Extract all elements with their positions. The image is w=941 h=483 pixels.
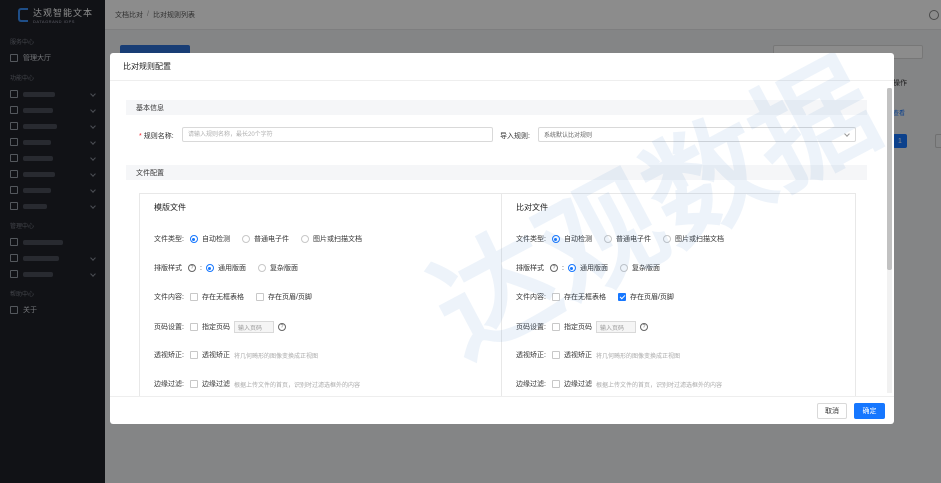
compare-perspective-row: 透视矫正: 透视矫正 将几何畸形的图像变换成正视图 — [516, 350, 680, 360]
radio-scanned[interactable] — [300, 235, 309, 243]
template-layout-row: 排版样式 ?: 通用版面 复杂版面 — [154, 264, 298, 272]
option-label: 自动检测 — [563, 236, 592, 243]
rule-name-input[interactable] — [182, 127, 493, 142]
layout-label: 排版样式 — [154, 265, 182, 272]
template-edge-row: 边缘过滤: 边缘过滤 根据上传文件的首页，识别时过滤选框外的内容 — [154, 379, 360, 389]
perspective-hint: 将几何畸形的图像变换成正视图 — [233, 353, 318, 360]
compare-file-card: 比对文件 文件类型: 自动检测 普通电子件 图片或扫描文档 排版样式 ?: 通用… — [501, 193, 856, 396]
edge-hint: 根据上传文件的首页，识别时过滤选框外的内容 — [233, 382, 360, 389]
option-label: 边缘过滤 — [563, 381, 592, 388]
help-icon[interactable]: ? — [188, 264, 196, 272]
radio-scanned[interactable] — [662, 235, 671, 243]
content-label: 文件内容: — [516, 294, 546, 301]
radio-complex-layout[interactable] — [619, 264, 628, 272]
file-type-label: 文件类型: — [154, 236, 184, 243]
perspective-label: 透视矫正: — [154, 352, 184, 359]
compare-layout-row: 排版样式 ?: 通用版面 复杂版面 — [516, 264, 660, 272]
template-content-row: 文件内容: 存在无框表格 存在页眉/页脚 — [154, 292, 320, 302]
option-label: 图片或扫描文档 — [674, 236, 724, 243]
help-icon[interactable]: ? — [639, 323, 648, 331]
page-number-input[interactable]: 输入页码 — [233, 321, 274, 333]
option-label: 指定页码 — [201, 324, 230, 331]
option-label: 透视矫正 — [201, 352, 230, 359]
checkbox-edge-filter[interactable] — [551, 380, 560, 388]
edge-label: 边缘过滤: — [516, 381, 546, 388]
option-label: 复杂版面 — [269, 265, 298, 272]
radio-auto-detect[interactable] — [551, 235, 560, 243]
option-label: 图片或扫描文档 — [312, 236, 362, 243]
page-label: 页码设置: — [516, 324, 546, 331]
radio-electronic[interactable] — [241, 235, 250, 243]
section-basic-info: 基本信息 — [126, 100, 867, 115]
template-file-type-row: 文件类型: 自动检测 普通电子件 图片或扫描文档 — [154, 234, 370, 244]
option-label: 透视矫正 — [563, 352, 592, 359]
modal-scrollbar[interactable] — [887, 88, 892, 393]
compare-file-title: 比对文件 — [516, 203, 548, 212]
chevron-down-icon — [844, 131, 850, 137]
template-file-card: 模版文件 文件类型: 自动检测 普通电子件 图片或扫描文档 排版样式 ?: 通用… — [139, 193, 502, 396]
checkbox-specify-page[interactable] — [189, 323, 198, 331]
rule-name-label: * 规则名称: — [139, 131, 174, 141]
layout-label: 排版样式 — [516, 265, 544, 272]
modal-title: 比对规则配置 — [123, 62, 171, 71]
file-type-label: 文件类型: — [516, 236, 546, 243]
help-icon[interactable]: ? — [277, 323, 286, 331]
option-label: 自动检测 — [201, 236, 230, 243]
checkbox-perspective[interactable] — [551, 351, 560, 359]
rule-name-label-text: 规则名称: — [143, 133, 174, 140]
option-label: 存在页眉/页脚 — [629, 294, 674, 301]
radio-complex-layout[interactable] — [257, 264, 266, 272]
option-label: 通用版面 — [217, 265, 246, 272]
template-page-row: 页码设置: 指定页码 输入页码 ? — [154, 321, 286, 333]
import-rule-label: 导入规则: — [500, 133, 530, 140]
import-rule-select[interactable]: 系统默认比对规则 — [538, 127, 856, 142]
checkbox-borderless-table[interactable] — [189, 293, 198, 301]
confirm-button[interactable]: 确定 — [854, 403, 885, 419]
template-file-title: 模版文件 — [154, 203, 186, 212]
perspective-label: 透视矫正: — [516, 352, 546, 359]
edge-hint: 根据上传文件的首页，识别时过滤选框外的内容 — [595, 382, 722, 389]
checkbox-borderless-table[interactable] — [551, 293, 560, 301]
modal-body: 基本信息 *规则名称: 导入规则: 系统默认比对规则 文件配置 模版文件 文件类… — [110, 81, 894, 396]
checkbox-header-footer[interactable] — [255, 293, 264, 301]
checkbox-edge-filter[interactable] — [189, 380, 198, 388]
scrollbar-thumb[interactable] — [887, 88, 892, 270]
radio-auto-detect[interactable] — [189, 235, 198, 243]
compare-file-type-row: 文件类型: 自动检测 普通电子件 图片或扫描文档 — [516, 234, 732, 244]
import-rule-value: 系统默认比对规则 — [544, 133, 593, 139]
option-label: 复杂版面 — [631, 265, 660, 272]
checkbox-perspective[interactable] — [189, 351, 198, 359]
modal-header: 比对规则配置 — [110, 53, 894, 81]
section-file-config: 文件配置 — [126, 165, 867, 180]
page-label: 页码设置: — [154, 324, 184, 331]
compare-edge-row: 边缘过滤: 边缘过滤 根据上传文件的首页，识别时过滤选框外的内容 — [516, 379, 722, 389]
compare-page-row: 页码设置: 指定页码 输入页码 ? — [516, 321, 648, 333]
checkbox-header-footer[interactable] — [617, 293, 626, 301]
cancel-button[interactable]: 取消 — [817, 403, 847, 419]
rule-config-modal: 比对规则配置 基本信息 *规则名称: 导入规则: 系统默认比对规则 文件配置 模… — [110, 53, 894, 424]
option-label: 存在无框表格 — [201, 294, 244, 301]
modal-footer: 取消 确定 — [110, 396, 894, 424]
edge-label: 边缘过滤: — [154, 381, 184, 388]
option-label: 边缘过滤 — [201, 381, 230, 388]
radio-general-layout[interactable] — [567, 264, 576, 272]
option-label: 存在无框表格 — [563, 294, 606, 301]
option-label: 普通电子件 — [253, 236, 289, 243]
option-label: 指定页码 — [563, 324, 592, 331]
help-icon[interactable]: ? — [550, 264, 558, 272]
content-label: 文件内容: — [154, 294, 184, 301]
radio-general-layout[interactable] — [205, 264, 214, 272]
required-mark: * — [139, 133, 142, 140]
template-perspective-row: 透视矫正: 透视矫正 将几何畸形的图像变换成正视图 — [154, 350, 318, 360]
radio-electronic[interactable] — [603, 235, 612, 243]
page-number-input[interactable]: 输入页码 — [595, 321, 636, 333]
perspective-hint: 将几何畸形的图像变换成正视图 — [595, 353, 680, 360]
option-label: 通用版面 — [579, 265, 608, 272]
compare-content-row: 文件内容: 存在无框表格 存在页眉/页脚 — [516, 292, 682, 302]
option-label: 存在页眉/页脚 — [267, 294, 312, 301]
checkbox-specify-page[interactable] — [551, 323, 560, 331]
option-label: 普通电子件 — [615, 236, 651, 243]
